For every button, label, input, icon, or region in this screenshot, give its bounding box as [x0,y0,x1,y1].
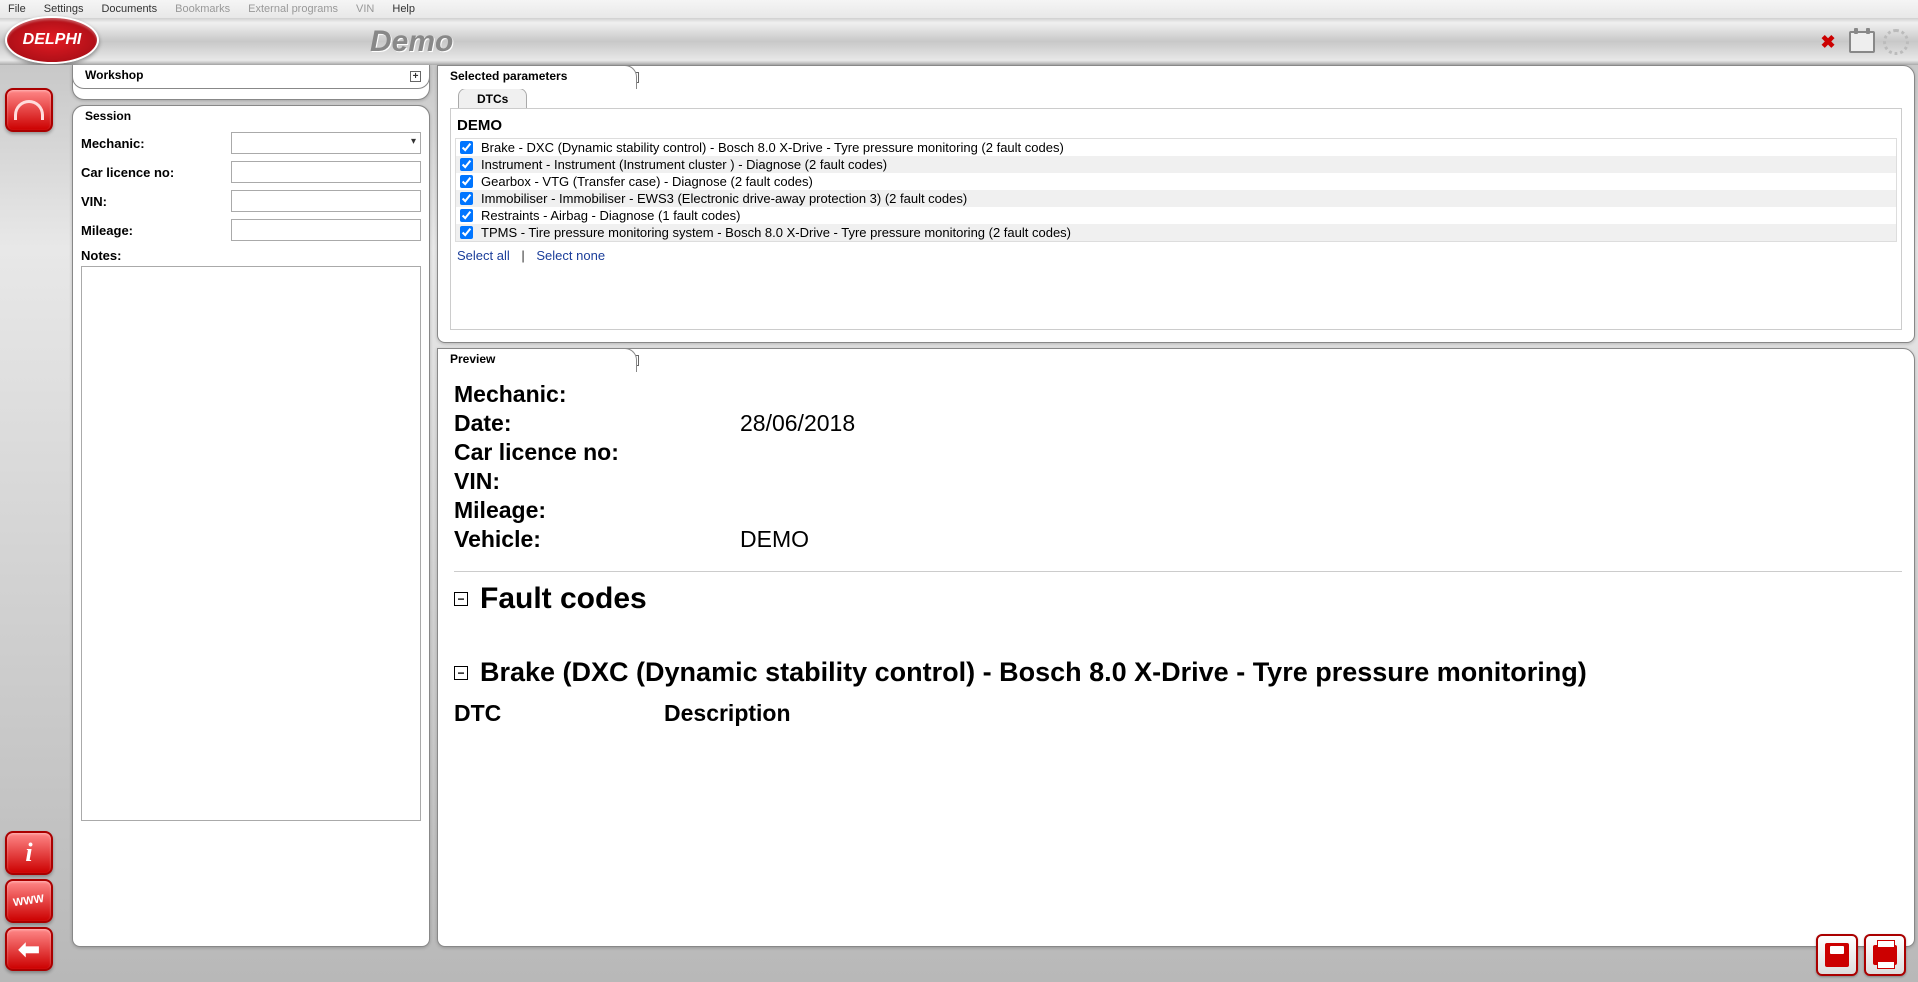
info-button[interactable]: i [5,831,53,875]
save-button[interactable] [1816,934,1858,976]
dtc-row-label: Instrument - Instrument (Instrument clus… [481,157,887,172]
pv-vehicle-value: DEMO [740,526,809,553]
notes-label: Notes: [81,248,421,263]
info-icon: i [25,838,32,868]
session-tab: Session [72,105,430,129]
preview-tab: Preview [437,348,637,372]
menubar: File Settings Documents Bookmarks Extern… [0,0,1918,18]
dtc-row-label: Restraints - Airbag - Diagnose (1 fault … [481,208,740,223]
brake-section-title: Brake (DXC (Dynamic stability control) -… [480,656,1587,690]
collapse-icon[interactable]: − [454,592,468,606]
dtc-tab[interactable]: DTCs [458,88,527,109]
print-button[interactable] [1864,934,1906,976]
left-rail: i WWW ⬅ [5,75,60,975]
dtc-row[interactable]: Gearbox - VTG (Transfer case) - Diagnose… [456,173,1896,190]
headset-icon [14,100,44,120]
back-button[interactable]: ⬅ [5,927,53,971]
menu-help[interactable]: Help [392,3,415,15]
workshop-panel: Workshop + [72,65,430,100]
dtc-checkbox[interactable] [460,175,473,188]
menu-external[interactable]: External programs [248,3,338,15]
workshop-tab: Workshop + [72,65,430,89]
menu-settings[interactable]: Settings [44,3,84,15]
fault-codes-title: Fault codes [480,582,647,616]
mechanic-select[interactable] [231,132,421,154]
dtc-row[interactable]: TPMS - Tire pressure monitoring system -… [456,224,1896,241]
params-title: Selected parameters [450,69,567,83]
params-tab: Selected parameters [437,65,637,89]
mileage-input[interactable] [231,219,421,241]
preview-panel: Preview − Mechanic: Date:28/06/2018 Car … [437,348,1915,947]
separator: | [521,248,524,263]
dtc-vehicle-title: DEMO [455,113,1897,138]
preview-title: Preview [450,352,495,366]
session-title: Session [85,109,131,123]
pv-mechanic-label: Mechanic: [454,381,740,408]
vin-label: VIN: [81,194,231,209]
dtc-checkbox[interactable] [460,209,473,222]
main-area: i WWW ⬅ Workshop + Session Mechanic: Car… [0,65,1918,982]
www-icon: WWW [13,893,46,909]
divider [454,571,1902,572]
menu-documents[interactable]: Documents [101,3,157,15]
dtc-row[interactable]: Restraints - Airbag - Diagnose (1 fault … [456,207,1896,224]
dtc-checkbox[interactable] [460,141,473,154]
pv-licence-label: Car licence no: [454,439,740,466]
select-none-link[interactable]: Select none [536,248,605,263]
back-arrow-icon: ⬅ [18,934,40,965]
mileage-label: Mileage: [81,223,231,238]
dtc-row[interactable]: Immobiliser - Immobiliser - EWS3 (Electr… [456,190,1896,207]
print-icon [1873,945,1897,965]
dtc-row-label: Immobiliser - Immobiliser - EWS3 (Electr… [481,191,967,206]
support-button[interactable] [5,88,53,132]
close-icon[interactable]: ✖ [1814,28,1842,56]
mechanic-label: Mechanic: [81,136,231,151]
workshop-title: Workshop [85,68,143,82]
pv-date-label: Date: [454,410,740,437]
pv-vehicle-label: Vehicle: [454,526,740,553]
licence-input[interactable] [231,161,421,183]
licence-label: Car licence no: [81,165,231,180]
dtc-column-header: DTC [454,700,664,727]
dtc-checkbox[interactable] [460,158,473,171]
dtc-checkbox[interactable] [460,192,473,205]
collapse-icon[interactable]: − [454,666,468,680]
menu-bookmarks[interactable]: Bookmarks [175,3,230,15]
notes-textarea[interactable] [81,266,421,821]
vin-input[interactable] [231,190,421,212]
delphi-logo: DELPHI [5,16,99,64]
page-title: Demo [370,25,453,59]
select-all-link[interactable]: Select all [457,248,510,263]
menu-file[interactable]: File [8,3,26,15]
dtc-row[interactable]: Brake - DXC (Dynamic stability control) … [456,139,1896,156]
dtc-row-label: TPMS - Tire pressure monitoring system -… [481,225,1071,240]
dtc-row-label: Brake - DXC (Dynamic stability control) … [481,140,1064,155]
menu-vin[interactable]: VIN [356,3,374,15]
description-column-header: Description [664,700,791,727]
pv-vin-label: VIN: [454,468,740,495]
save-icon [1825,943,1849,967]
dtc-row-label: Gearbox - VTG (Transfer case) - Diagnose… [481,174,813,189]
header-bar: DELPHI Demo ✖ [0,18,1918,65]
spinner-icon [1882,28,1910,56]
dtc-list: Brake - DXC (Dynamic stability control) … [455,138,1897,242]
calendar-icon[interactable] [1848,28,1876,56]
dtc-checkbox[interactable] [460,226,473,239]
pv-date-value: 28/06/2018 [740,410,855,437]
session-panel: Session Mechanic: Car licence no: VIN: M… [72,105,430,947]
pv-mileage-label: Mileage: [454,497,740,524]
www-button[interactable]: WWW [5,879,53,923]
params-panel: Selected parameters − DTCs DEMO Brake - … [437,65,1915,343]
preview-body[interactable]: Mechanic: Date:28/06/2018 Car licence no… [446,373,1910,938]
dtc-row[interactable]: Instrument - Instrument (Instrument clus… [456,156,1896,173]
expand-icon[interactable]: + [410,71,421,82]
